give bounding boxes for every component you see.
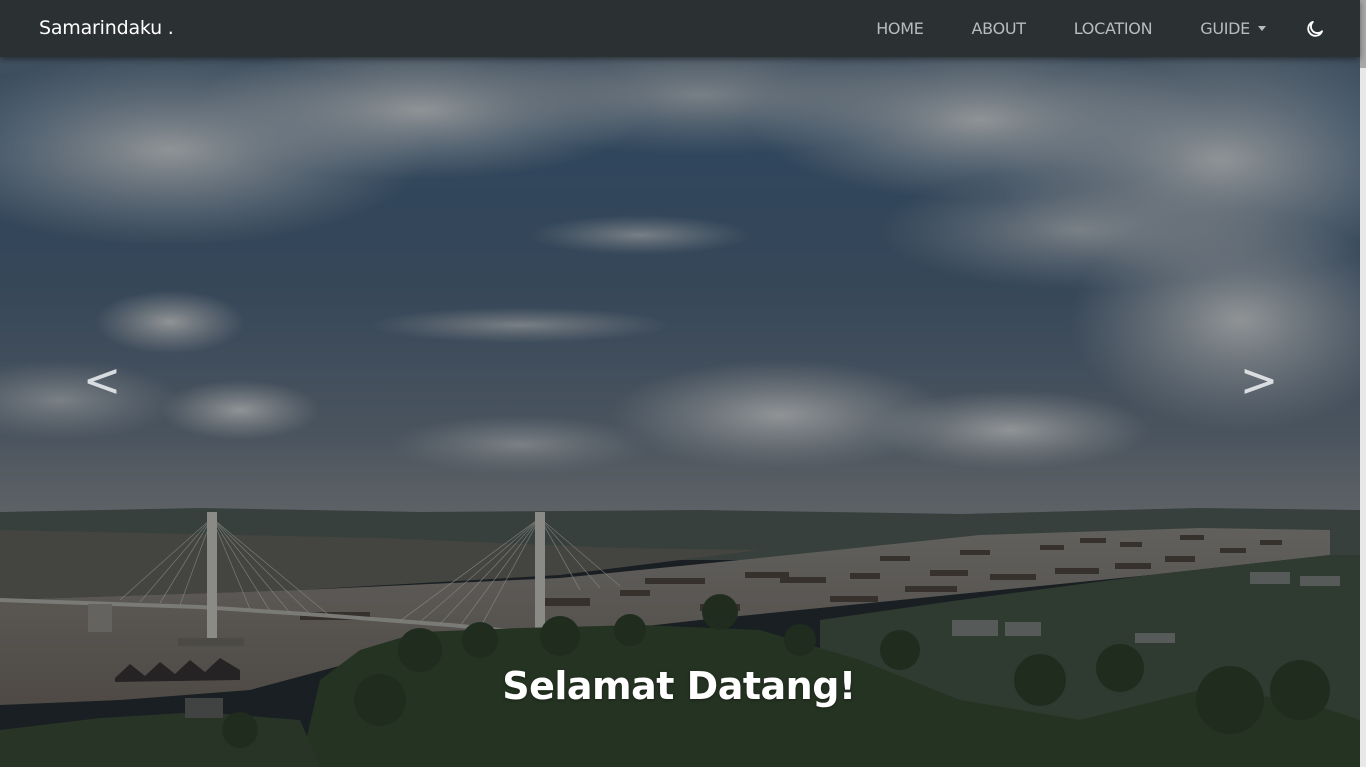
nav-links: HOME ABOUT LOCATION GUIDE [876, 0, 1360, 57]
scrollbar-thumb[interactable] [1360, 0, 1366, 68]
hero-carousel-slide [0, 0, 1360, 767]
moon-icon [1307, 20, 1323, 37]
nav-link-about[interactable]: ABOUT [972, 19, 1027, 38]
page-scrollbar[interactable] [1360, 0, 1366, 767]
brand-logo[interactable]: Samarindaku . [39, 17, 174, 39]
chevron-down-icon [1258, 26, 1266, 31]
hero-overlay [0, 0, 1360, 767]
carousel-next-button[interactable]: > [1237, 355, 1281, 405]
navbar: Samarindaku . HOME ABOUT LOCATION GUIDE [0, 0, 1360, 57]
nav-link-home[interactable]: HOME [876, 19, 924, 38]
carousel-prev-button[interactable]: < [80, 355, 124, 405]
theme-toggle-button[interactable] [1304, 18, 1326, 40]
carousel-caption: Selamat Datang! [0, 664, 1360, 708]
nav-dropdown-guide[interactable]: GUIDE [1200, 19, 1266, 38]
caption-title: Selamat Datang! [502, 664, 856, 708]
page: Samarindaku . HOME ABOUT LOCATION GUIDE … [0, 0, 1366, 767]
nav-link-location[interactable]: LOCATION [1074, 19, 1153, 38]
nav-dropdown-label: GUIDE [1200, 19, 1250, 38]
